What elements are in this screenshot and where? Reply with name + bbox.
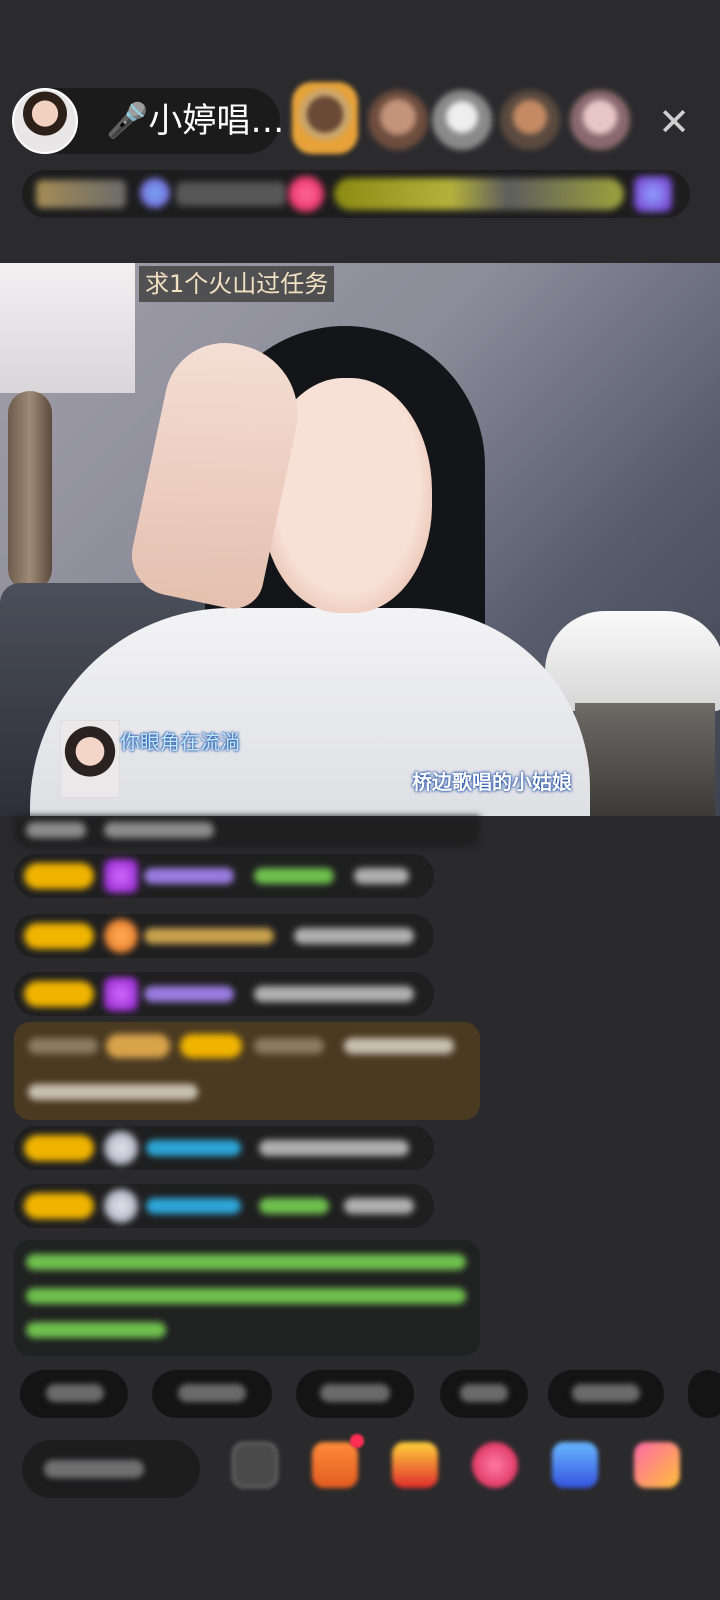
chat-message[interactable]	[14, 854, 434, 898]
singer-thumbnail	[60, 720, 120, 798]
system-notice	[14, 1240, 480, 1356]
gift-icon[interactable]	[312, 1442, 358, 1488]
song-title: 桥边歌唱的小姑娘	[412, 770, 572, 794]
top-viewer-avatar[interactable]	[292, 82, 358, 154]
user-avatar	[104, 1189, 138, 1223]
level-badge	[24, 863, 94, 889]
host-name[interactable]: 🎤小婷唱…	[106, 102, 284, 140]
chat-message[interactable]	[14, 972, 434, 1016]
gem-icon	[104, 977, 138, 1011]
level-badge	[24, 1193, 94, 1219]
activity-banner[interactable]	[334, 178, 624, 210]
top-viewer-avatar[interactable]	[432, 90, 492, 150]
gem-icon	[104, 859, 138, 893]
lyric-line: 你眼角在流淌	[120, 730, 240, 754]
fans-icon	[140, 178, 170, 208]
quick-reply-row	[0, 1370, 720, 1420]
chat-message[interactable]	[14, 1184, 434, 1228]
hot-count-badge[interactable]	[176, 182, 286, 206]
quick-reply-chip[interactable]	[688, 1370, 720, 1418]
chat-feed[interactable]	[0, 816, 720, 1356]
quick-reply-chip[interactable]	[20, 1370, 128, 1418]
host-avatar[interactable]	[12, 88, 78, 154]
chat-message-highlighted[interactable]	[14, 1022, 480, 1120]
chat-message[interactable]	[14, 914, 434, 958]
treasure-icon[interactable]	[392, 1442, 438, 1488]
host-info-pill[interactable]: 🎤小婷唱…	[12, 88, 284, 154]
heart-gift-icon[interactable]	[472, 1442, 518, 1488]
background-lamp-base	[8, 391, 52, 591]
top-bar: 🎤小婷唱… ✕	[0, 0, 720, 260]
notification-dot	[350, 1434, 364, 1448]
stream-task-caption: 求1个火山过任务	[139, 266, 335, 302]
level-badge	[24, 1135, 94, 1161]
game-icon[interactable]	[552, 1442, 598, 1488]
background-shelf	[575, 703, 715, 816]
live-video[interactable]: 求1个火山过任务 你眼角在流淌 桥边歌唱的小姑娘	[0, 263, 720, 816]
top-viewer-avatar[interactable]	[500, 90, 560, 150]
more-icon[interactable]	[634, 1442, 680, 1488]
top-viewers-list	[292, 82, 652, 158]
badge-icon	[104, 919, 138, 953]
rank-badge[interactable]	[36, 180, 126, 208]
level-badge	[24, 981, 94, 1007]
background-lamp	[0, 263, 135, 393]
comment-input[interactable]	[22, 1440, 200, 1498]
follow-icon[interactable]	[288, 176, 324, 212]
event-icon[interactable]	[634, 176, 672, 212]
quick-reply-chip[interactable]	[152, 1370, 272, 1418]
level-badge	[24, 923, 94, 949]
close-icon[interactable]: ✕	[650, 98, 698, 146]
user-avatar	[104, 1131, 138, 1165]
emoji-icon[interactable]	[232, 1442, 278, 1488]
bottom-action-bar	[0, 1430, 720, 1540]
chat-message[interactable]	[14, 816, 480, 848]
background-lamp-right	[545, 611, 720, 711]
stats-badges-row	[22, 170, 690, 218]
chat-message[interactable]	[14, 1126, 434, 1170]
quick-reply-chip[interactable]	[548, 1370, 664, 1418]
top-viewer-avatar[interactable]	[368, 90, 428, 150]
quick-reply-chip[interactable]	[440, 1370, 528, 1418]
quick-reply-chip[interactable]	[296, 1370, 414, 1418]
top-viewer-avatar[interactable]	[570, 90, 630, 150]
